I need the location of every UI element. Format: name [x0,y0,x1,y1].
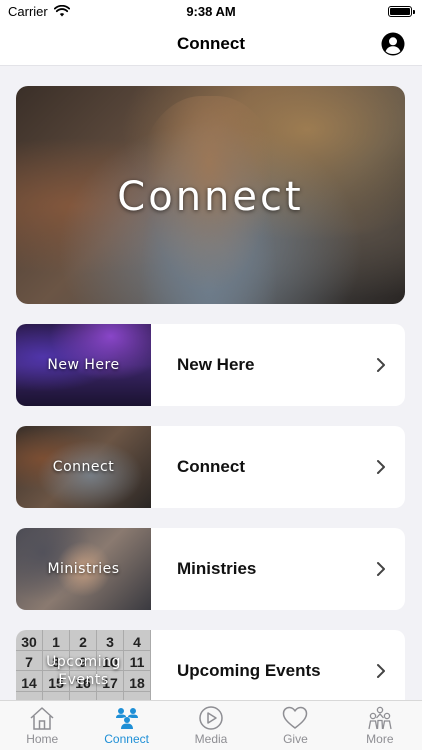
status-bar: Carrier 9:38 AM [0,0,422,22]
calendar-day: 14 [16,671,43,692]
chevron-right-icon [377,562,385,576]
list-item-ministries[interactable]: Ministries Ministries [16,528,405,610]
calendar-day: 18 [124,671,151,692]
hero-title: Connect [117,174,304,220]
list-item-connect[interactable]: Connect Connect [16,426,405,508]
calendar-day: 2 [70,630,97,651]
page-title: Connect [177,33,245,53]
calendar-day: 4 [124,630,151,651]
tab-give[interactable]: Give [253,701,337,750]
card-thumbnail: Connect [16,426,151,508]
calendar-day: 11 [124,650,151,671]
calendar-day: 3 [97,630,124,651]
calendar-day [97,691,124,700]
chevron-right-icon [377,358,385,372]
card-thumbnail: 30 1 2 3 4 7 8 9 10 11 14 15 16 17 18 Upcoming Events [16,630,151,700]
status-left: Carrier [8,4,70,19]
tab-label: Give [283,732,308,746]
battery-fill [390,7,410,15]
tab-bar: Home Connect Media Give More [0,700,422,750]
card-title: New Here [177,355,255,374]
person-circle-icon[interactable] [381,32,405,56]
list-item-upcoming-events[interactable]: 30 1 2 3 4 7 8 9 10 11 14 15 16 17 18 Upcoming Events … [16,630,405,700]
play-icon [199,706,223,730]
card-thumbnail: New Here [16,324,151,406]
tab-label: Media [194,732,228,746]
card-thumbnail: Ministries [16,528,151,610]
calendar-day [70,691,97,700]
people-icon [115,708,138,729]
list-item-new-here[interactable]: New Here New Here [16,324,405,406]
tab-media[interactable]: Media [169,701,253,750]
wifi-icon [53,5,70,17]
calendar-day: 30 [16,630,43,651]
card-title: Ministries [177,559,257,578]
tab-home[interactable]: Home [0,701,84,750]
chevron-right-icon [377,460,385,474]
calendar-day: 1 [43,630,70,651]
tab-label: Home [26,732,59,746]
home-icon [30,707,54,730]
tab-label: More [366,732,394,746]
group-icon [368,706,392,730]
card-title: Upcoming Events [177,661,321,680]
card-title: Connect [177,457,245,476]
battery-icon [388,5,415,17]
nav-bar: Connect [0,22,422,66]
thumb-label: Ministries [47,561,120,577]
tab-connect[interactable]: Connect [84,701,168,750]
tab-more[interactable]: More [338,701,422,750]
hero-banner[interactable]: Connect [16,86,405,304]
content-scroll[interactable]: Connect New Here New Here Connect Connec… [0,66,422,700]
heart-icon [283,706,308,729]
thumb-label: New Here [47,357,120,373]
carrier-label: Carrier [8,3,48,19]
chevron-right-icon [377,664,385,678]
thumb-label: Connect [52,459,115,475]
thumb-label: Upcoming Events [46,654,121,688]
calendar-day [16,691,43,700]
calendar-day [124,691,151,700]
tab-label: Connect [104,732,149,746]
calendar-day [43,691,70,700]
calendar-day: 7 [16,650,43,671]
